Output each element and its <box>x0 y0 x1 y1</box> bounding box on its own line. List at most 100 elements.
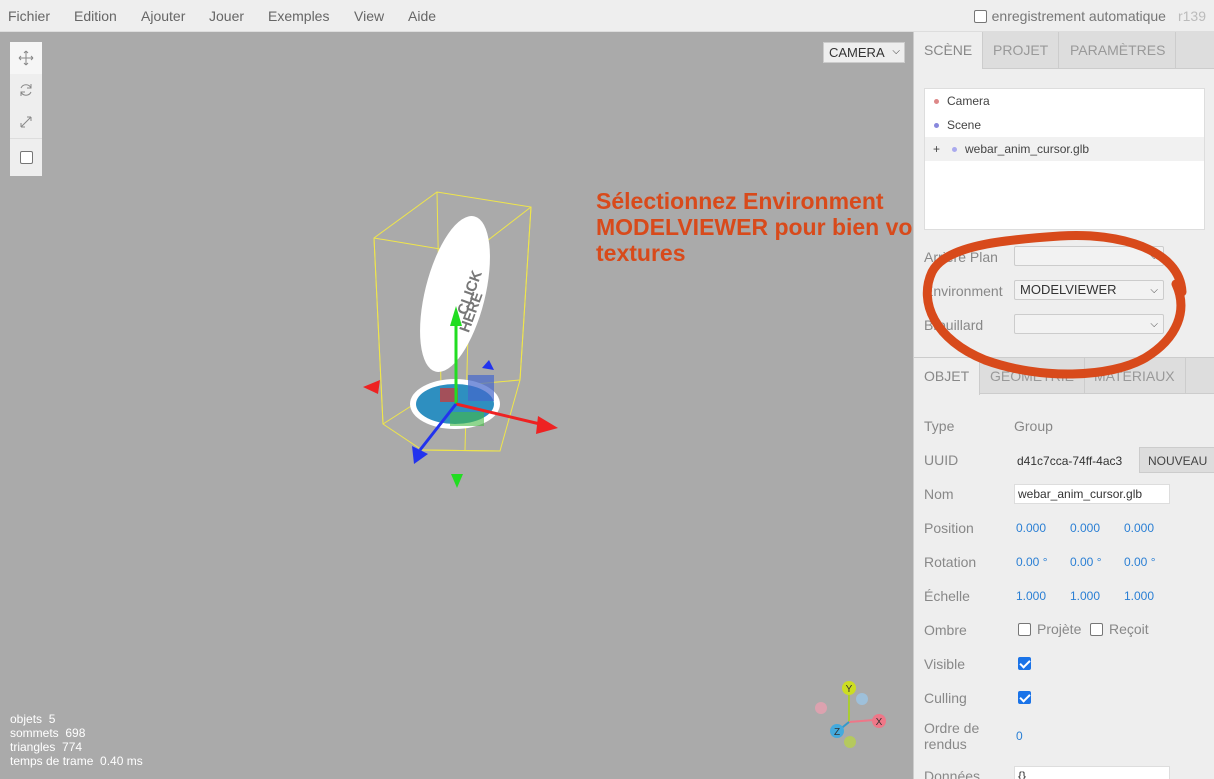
position-x[interactable]: 0.000 <box>1016 521 1046 535</box>
tab-scene[interactable]: SCÈNE <box>914 32 984 69</box>
fog-label: Brouillard <box>924 317 984 333</box>
outliner-item-model[interactable]: + webar_anim_cursor.glb <box>925 137 1204 161</box>
environment-row: Environment MODELVIEWER ⌵ <box>924 276 1205 306</box>
new-uuid-button[interactable]: NOUVEAU <box>1139 447 1214 473</box>
chevron-down-icon: ⌵ <box>1150 251 1158 262</box>
viewport[interactable]: CLICK HERE Y X Z CAMERA ⌵ Sélectionnez E… <box>0 32 913 779</box>
scene-canvas[interactable]: CLICK HERE Y X Z <box>0 32 913 779</box>
tab-object[interactable]: OBJET <box>914 358 981 395</box>
scene-outliner[interactable]: Camera Scene + webar_anim_cursor.glb <box>924 88 1205 230</box>
menu-ajouter[interactable]: Ajouter <box>141 0 185 32</box>
userdata-row: Données {} <box>924 759 1214 779</box>
culling-checkbox[interactable] <box>1018 691 1031 704</box>
render-info: objets 5 sommets 698 triangles 774 temps… <box>10 712 143 768</box>
culling-label: Culling <box>924 690 967 706</box>
uuid-row: UUID d41c7cca-74ff-4ac3 NOUVEAU <box>924 443 1214 477</box>
cast-shadow-label: Projète <box>1037 621 1082 637</box>
camera-dot-icon <box>934 99 939 104</box>
sidebar-tabs: SCÈNE PROJET PARAMÈTRES <box>914 32 1214 69</box>
visible-row: Visible <box>924 647 1214 681</box>
shadow-row: Ombre Projète Reçoit <box>924 613 1214 647</box>
info-frametime: temps de trame 0.40 ms <box>10 754 143 768</box>
environment-select[interactable]: MODELVIEWER ⌵ <box>1014 280 1164 300</box>
annotation-text: Sélectionnez Environment MODELVIEWER pou… <box>596 188 913 266</box>
scene-dot-icon <box>934 123 939 128</box>
local-space-checkbox[interactable] <box>19 151 33 164</box>
background-row: Arrière Plan ⌵ <box>924 242 1205 272</box>
autosave-toggle[interactable]: enregistrement automatique r139 <box>973 0 1206 32</box>
rotate-tool[interactable] <box>10 74 42 106</box>
gizmo-x-neg[interactable] <box>363 380 380 394</box>
translate-tool[interactable] <box>10 42 42 74</box>
local-space-toggle[interactable] <box>10 138 42 176</box>
tab-project[interactable]: PROJET <box>983 32 1060 68</box>
name-label: Nom <box>924 486 954 502</box>
menu-jouer[interactable]: Jouer <box>209 0 244 32</box>
chevron-down-icon: ⌵ <box>1150 285 1158 296</box>
background-select[interactable]: ⌵ <box>1014 246 1164 266</box>
scale-x[interactable]: 1.000 <box>1016 589 1046 603</box>
view-helper-z-label: Z <box>834 727 840 738</box>
view-helper-x-label: X <box>876 717 883 728</box>
menu-fichier[interactable]: Fichier <box>8 0 50 32</box>
rotation-label: Rotation <box>924 554 977 570</box>
type-value: Group <box>1014 418 1053 434</box>
view-helper[interactable]: Y X Z <box>815 681 886 748</box>
position-z[interactable]: 0.000 <box>1124 521 1154 535</box>
cast-shadow-checkbox[interactable] <box>1018 623 1031 636</box>
outliner-item-scene[interactable]: Scene <box>925 113 1204 137</box>
menu-edition[interactable]: Edition <box>74 0 117 32</box>
render-order-row: Ordre de rendus 0 <box>924 715 1214 759</box>
name-input[interactable]: webar_anim_cursor.glb <box>1014 484 1170 504</box>
receive-shadow-checkbox[interactable] <box>1090 623 1103 636</box>
gizmo-y-neg[interactable] <box>451 474 463 488</box>
outliner-item-camera[interactable]: Camera <box>925 89 1204 113</box>
info-triangles: triangles 774 <box>10 740 83 754</box>
culling-row: Culling <box>924 681 1214 715</box>
rotation-z[interactable]: 0.00 ° <box>1124 555 1156 569</box>
expand-icon[interactable]: + <box>933 137 940 161</box>
autosave-label: enregistrement automatique <box>991 8 1166 24</box>
autosave-checkbox[interactable] <box>973 9 987 23</box>
userdata-input[interactable]: {} <box>1014 766 1170 779</box>
receive-shadow-label: Reçoit <box>1109 621 1149 637</box>
visible-checkbox[interactable] <box>1018 657 1031 670</box>
tab-materials[interactable]: MATÉRIAUX <box>1084 358 1186 394</box>
rotation-x[interactable]: 0.00 ° <box>1016 555 1048 569</box>
rotate-icon <box>20 84 32 96</box>
menu-aide[interactable]: Aide <box>408 0 436 32</box>
userdata-label: Données <box>924 768 981 779</box>
scale-label: Échelle <box>924 588 970 604</box>
info-vertices: sommets 698 <box>10 726 86 740</box>
tab-settings[interactable]: PARAMÈTRES <box>1060 32 1177 68</box>
rotation-y[interactable]: 0.00 ° <box>1070 555 1102 569</box>
scale-row: Échelle 1.000 1.000 1.000 <box>924 579 1214 613</box>
background-label: Arrière Plan <box>924 249 998 265</box>
gizmo-x-arrow[interactable] <box>536 416 558 434</box>
uuid-field[interactable]: d41c7cca-74ff-4ac3 <box>1014 452 1138 472</box>
gizmo-plane-yz[interactable] <box>468 375 494 401</box>
visible-label: Visible <box>924 656 965 672</box>
scale-tool[interactable] <box>10 106 42 138</box>
object-tabs: OBJET GÉOMÉTRIE MATÉRIAUX <box>914 357 1214 395</box>
info-objects: objets 5 <box>10 712 56 726</box>
render-order-label-1: Ordre de <box>924 720 980 736</box>
gizmo-plane-xz[interactable] <box>450 412 484 426</box>
camera-select[interactable]: CAMERA ⌵ <box>823 42 905 63</box>
render-order-label-2: rendus <box>924 736 967 752</box>
gizmo-z-neg[interactable] <box>482 360 494 370</box>
fog-select[interactable]: ⌵ <box>1014 314 1164 334</box>
uuid-label: UUID <box>924 452 959 468</box>
scale-icon <box>20 116 32 128</box>
scale-z[interactable]: 1.000 <box>1124 589 1154 603</box>
type-row: Type Group <box>924 409 1214 443</box>
fog-row: Brouillard ⌵ <box>924 310 1205 340</box>
menu-view[interactable]: View <box>354 0 384 32</box>
scale-y[interactable]: 1.000 <box>1070 589 1100 603</box>
menu-exemples[interactable]: Exemples <box>268 0 329 32</box>
transform-toolbar <box>10 42 42 176</box>
render-order-value[interactable]: 0 <box>1016 729 1023 743</box>
tab-geometry[interactable]: GÉOMÉTRIE <box>980 358 1086 394</box>
position-y[interactable]: 0.000 <box>1070 521 1100 535</box>
version-label: r139 <box>1177 8 1206 24</box>
